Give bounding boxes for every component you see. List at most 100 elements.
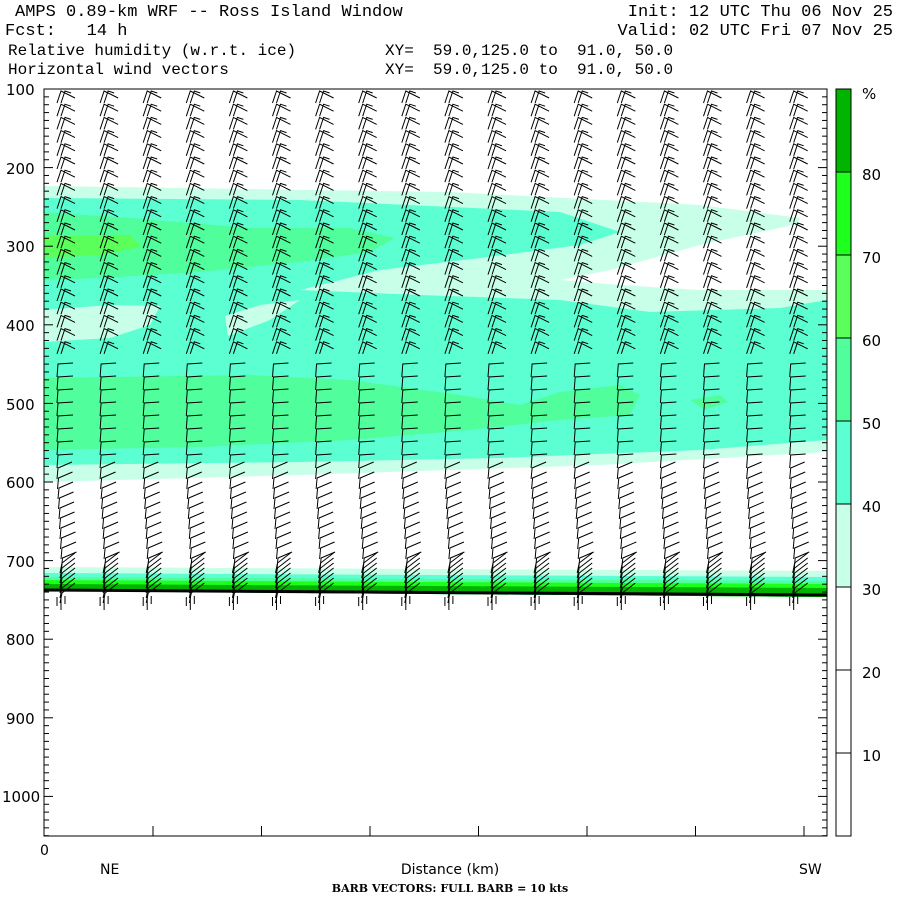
wind-barb bbox=[359, 481, 375, 500]
wind-barb bbox=[746, 90, 765, 104]
colorbar-bin-30-40 bbox=[835, 503, 852, 588]
wind-barb bbox=[145, 511, 161, 530]
wind-barb bbox=[704, 481, 720, 500]
wind-barb-surface bbox=[616, 596, 626, 610]
wind-barb-surface bbox=[487, 596, 497, 610]
wind-barb bbox=[748, 511, 765, 530]
colorbar-label: 20 bbox=[862, 664, 881, 682]
wind-barb bbox=[272, 129, 291, 143]
wind-barb bbox=[618, 501, 635, 520]
wind-barb bbox=[703, 143, 722, 156]
wind-barb bbox=[789, 156, 808, 170]
colorbar-bin-80-plus bbox=[835, 88, 852, 173]
wind-barb bbox=[444, 471, 461, 490]
wind-barb bbox=[99, 90, 119, 104]
wind-barb bbox=[99, 103, 119, 117]
wind-barb bbox=[789, 471, 806, 490]
wind-barb bbox=[573, 90, 593, 104]
wind-barb bbox=[56, 156, 76, 170]
wind-barb bbox=[101, 501, 118, 520]
wind-barb bbox=[228, 129, 248, 143]
wind-barb bbox=[145, 521, 162, 540]
wind-barb-surface bbox=[56, 596, 66, 610]
wind-barb bbox=[57, 481, 74, 500]
wind-barb bbox=[444, 90, 464, 104]
wind-barb bbox=[403, 511, 420, 530]
wind-barb bbox=[616, 182, 636, 196]
wind-barb bbox=[703, 471, 720, 490]
wind-barb bbox=[703, 261, 722, 275]
wind-barb bbox=[534, 531, 550, 550]
wind-barb bbox=[489, 501, 506, 520]
wind-barb bbox=[746, 169, 765, 183]
wind-barb bbox=[789, 116, 808, 130]
wind-barb bbox=[792, 521, 808, 540]
wind-barb bbox=[659, 129, 679, 143]
wind-barb bbox=[358, 156, 377, 170]
wind-barb bbox=[530, 90, 550, 104]
wind-barb bbox=[315, 156, 334, 170]
wind-barb bbox=[706, 521, 722, 540]
y-tick-label: 900 bbox=[6, 710, 35, 728]
wind-barb bbox=[186, 481, 203, 500]
wind-barb bbox=[315, 116, 334, 130]
wind-barb bbox=[274, 511, 291, 530]
wind-barb bbox=[707, 541, 723, 560]
wind-barb bbox=[746, 248, 765, 262]
wind-barb bbox=[142, 169, 162, 183]
wind-barb bbox=[189, 531, 205, 550]
y-tick-label: 700 bbox=[6, 553, 35, 571]
wind-barb bbox=[488, 471, 504, 490]
wind-barb bbox=[189, 541, 206, 560]
wind-barb bbox=[318, 521, 334, 540]
wind-barb bbox=[619, 511, 635, 530]
wind-barb bbox=[617, 471, 633, 490]
wind-barb bbox=[401, 169, 421, 183]
wind-barb bbox=[616, 129, 636, 143]
wind-barb bbox=[228, 103, 248, 117]
wind-barb bbox=[361, 531, 378, 550]
colorbar-bin-20-30 bbox=[835, 586, 852, 671]
wind-barb bbox=[230, 501, 247, 520]
wind-barb bbox=[405, 541, 421, 560]
wind-barb bbox=[534, 541, 551, 560]
wind-barb bbox=[360, 501, 376, 520]
wind-barb bbox=[103, 531, 119, 550]
wind-barb bbox=[56, 116, 76, 130]
colorbar-label: 30 bbox=[862, 581, 881, 599]
wind-barb bbox=[530, 169, 550, 183]
wind-barb bbox=[272, 90, 291, 104]
wind-barb bbox=[703, 129, 722, 143]
wind-barb bbox=[58, 501, 75, 520]
wind-barb bbox=[358, 129, 377, 143]
wind-barb bbox=[789, 235, 808, 249]
wind-barb bbox=[616, 156, 636, 170]
colorbar-label: 50 bbox=[862, 415, 881, 433]
colorbar-bin-60-70 bbox=[835, 254, 852, 339]
wind-barb bbox=[659, 156, 679, 170]
wind-barb bbox=[703, 103, 722, 117]
wind-barb bbox=[232, 541, 249, 560]
wind-barb bbox=[487, 90, 507, 104]
wind-barb bbox=[272, 156, 291, 170]
wind-barb bbox=[789, 90, 808, 104]
wind-barb bbox=[143, 481, 160, 500]
wind-barb bbox=[703, 461, 719, 480]
wind-barb bbox=[146, 541, 163, 560]
wind-barb bbox=[660, 481, 677, 500]
wind-barb bbox=[659, 169, 679, 183]
wind-barb bbox=[661, 491, 678, 510]
wind-barb bbox=[99, 129, 119, 143]
y-tick-label: 600 bbox=[6, 474, 35, 492]
wind-barb bbox=[749, 521, 765, 540]
wind-barb bbox=[790, 481, 806, 500]
wind-barb bbox=[747, 481, 763, 500]
wind-barb-surface bbox=[185, 596, 195, 610]
wind-barb bbox=[445, 481, 462, 500]
wind-barb bbox=[575, 491, 591, 510]
wind-barb bbox=[620, 531, 636, 550]
wind-barb bbox=[272, 143, 291, 156]
y-tick-label: 100 bbox=[6, 81, 35, 99]
wind-barb bbox=[576, 521, 593, 540]
wind-barb bbox=[185, 143, 205, 156]
